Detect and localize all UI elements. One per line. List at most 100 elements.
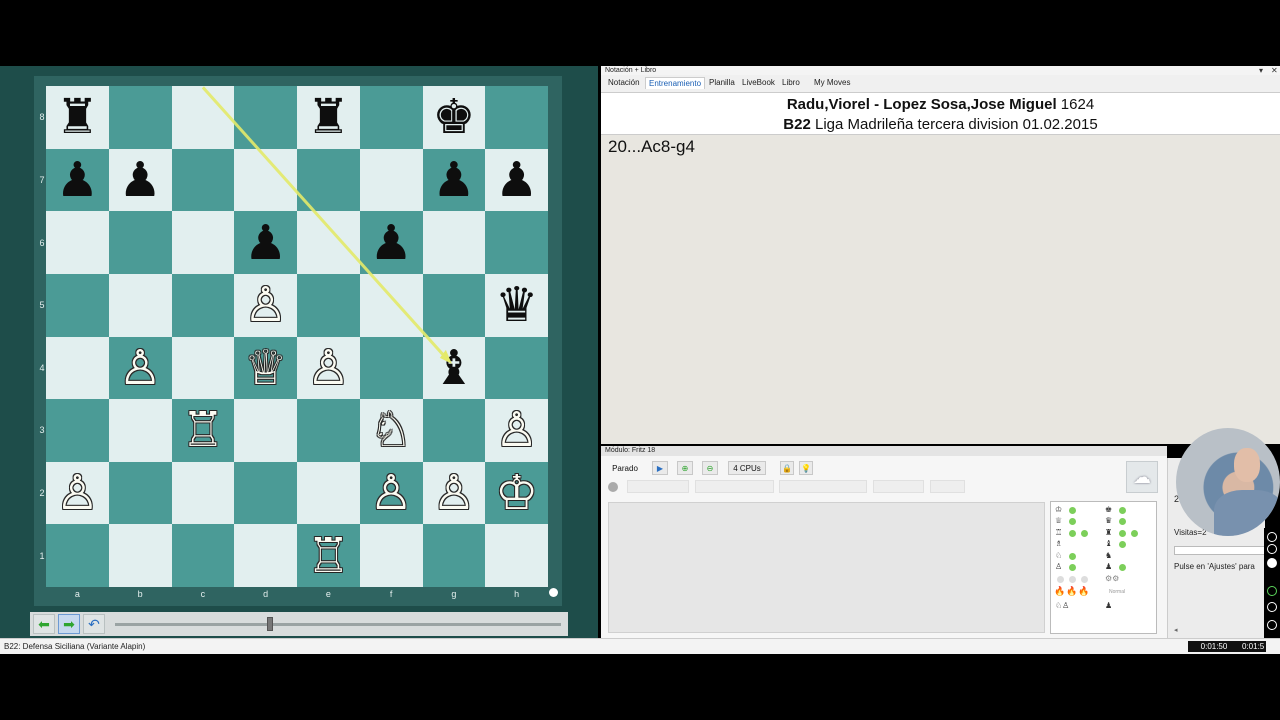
black-king-piece[interactable]: ♚ [423,86,486,149]
square-a4[interactable] [46,336,109,400]
square-f5[interactable] [359,273,423,337]
chess-board[interactable]: ♜ ♜ ♚ ♟ ♟ ♟ ♟ ♟ ♟ ♙ ♛ ♙ ♕ ♙ ♝ ♖ ♘ ♙ ♙ ♙ ♙ ♔ ♖ [46,86,548,587]
white-queen-piece[interactable]: ♕ [234,337,297,400]
square-c8[interactable] [171,86,235,149]
black-pawn-piece[interactable]: ♟ [423,149,486,212]
white-knight-piece[interactable]: ♘ [360,399,423,462]
square-c1[interactable] [171,524,235,587]
black-rook-piece[interactable]: ♜ [297,86,360,149]
square-b1[interactable] [108,524,172,587]
square-h8[interactable] [485,86,548,149]
file-label: h [514,589,520,599]
record-icon[interactable] [1267,558,1277,568]
square-d7[interactable] [234,148,297,212]
white-pawn-piece[interactable]: ♙ [109,337,172,400]
white-rook-piece[interactable]: ♖ [297,524,360,587]
cloud-button[interactable]: ☁ [1126,461,1158,493]
square-e6[interactable] [297,211,360,274]
black-pawn-piece[interactable]: ♟ [46,149,109,212]
square-g5[interactable] [422,273,486,337]
square-b3[interactable] [108,399,172,462]
square-e3[interactable] [297,399,360,462]
square-f8[interactable] [359,86,423,149]
square-b6[interactable] [108,211,172,274]
black-pawn-piece[interactable]: ♟ [109,149,172,212]
square-c6[interactable] [171,211,235,274]
dropdown-icon[interactable]: ▾ [1259,66,1263,75]
square-b8[interactable] [108,86,172,149]
square-d8[interactable] [234,86,297,149]
square-e7[interactable] [297,148,360,212]
navigation-bar: ⬅ ➡ ↶ [30,612,568,636]
camera-icon[interactable] [1267,544,1277,554]
rook-icon: ♜ [1105,528,1113,537]
square-h1[interactable] [485,524,548,587]
square-a5[interactable] [46,273,109,337]
square-b2[interactable] [108,461,172,525]
close-icon[interactable] [1267,532,1277,542]
engine-output[interactable] [608,502,1045,633]
undo-icon: ↶ [88,615,100,632]
white-pawn-piece[interactable]: ♙ [423,462,486,525]
square-f4[interactable] [359,336,423,400]
black-bishop-piece[interactable]: ♝ [423,337,486,400]
square-d2[interactable] [234,461,297,525]
square-g3[interactable] [422,399,486,462]
square-c7[interactable] [171,148,235,212]
tab-livebook[interactable]: LiveBook [742,78,775,87]
black-pawn-piece[interactable]: ♟ [234,211,297,274]
forward-button[interactable]: ➡ [58,614,80,634]
white-pawn-piece[interactable]: ♙ [234,274,297,337]
white-rook-piece[interactable]: ♖ [172,399,235,462]
square-c2[interactable] [171,461,235,525]
square-e2[interactable] [297,461,360,525]
tab-planilla[interactable]: Planilla [709,78,735,87]
hint-button[interactable]: 💡 [799,461,813,475]
square-a6[interactable] [46,211,109,274]
square-h4[interactable] [485,336,548,400]
volume-icon[interactable] [1267,602,1277,612]
white-pawn-piece[interactable]: ♙ [485,399,548,462]
white-player: Radu,Viorel [786,96,870,113]
square-f1[interactable] [359,524,423,587]
white-pawn-piece[interactable]: ♙ [297,337,360,400]
zoom-out-button[interactable]: ⊖ [702,461,718,475]
black-rook-piece[interactable]: ♜ [46,86,109,149]
tab-my-moves[interactable]: My Moves [814,78,850,87]
tab-entrenamiento[interactable]: Entrenamiento [645,77,706,89]
move-notation[interactable]: 20...Ac8-g4 [608,137,695,157]
black-queen-piece[interactable]: ♛ [485,274,548,337]
stop-button[interactable]: Parado [607,461,643,475]
white-king-piece[interactable]: ♔ [485,462,548,525]
move-slider-track[interactable] [115,623,561,626]
square-d3[interactable] [234,399,297,462]
mic-icon[interactable] [1267,586,1277,596]
lock-button[interactable]: 🔒 [780,461,794,475]
square-c4[interactable] [171,336,235,400]
scroll-left-icon[interactable]: ◂ [1174,626,1178,634]
square-a3[interactable] [46,399,109,462]
square-g6[interactable] [422,211,486,274]
black-pawn-piece[interactable]: ♟ [485,149,548,212]
square-e5[interactable] [297,273,360,337]
play-button[interactable]: ▶ [652,461,668,475]
cpus-button[interactable]: 4 CPUs [728,461,766,475]
square-c5[interactable] [171,273,235,337]
white-pawn-piece[interactable]: ♙ [360,462,423,525]
move-slider-thumb[interactable] [267,617,273,631]
square-f7[interactable] [359,148,423,212]
tab-notacion[interactable]: Notación [608,78,640,87]
settings-icon[interactable] [1267,620,1277,630]
square-a1[interactable] [46,524,109,587]
square-d1[interactable] [234,524,297,587]
square-g1[interactable] [422,524,486,587]
back-button[interactable]: ⬅ [33,614,55,634]
square-h6[interactable] [485,211,548,274]
white-pawn-piece[interactable]: ♙ [46,462,109,525]
close-icon[interactable]: ✕ [1271,66,1278,75]
square-b5[interactable] [108,273,172,337]
black-pawn-piece[interactable]: ♟ [360,211,423,274]
zoom-in-button[interactable]: ⊕ [677,461,693,475]
undo-button[interactable]: ↶ [83,614,105,634]
tab-libro[interactable]: Libro [782,78,800,87]
